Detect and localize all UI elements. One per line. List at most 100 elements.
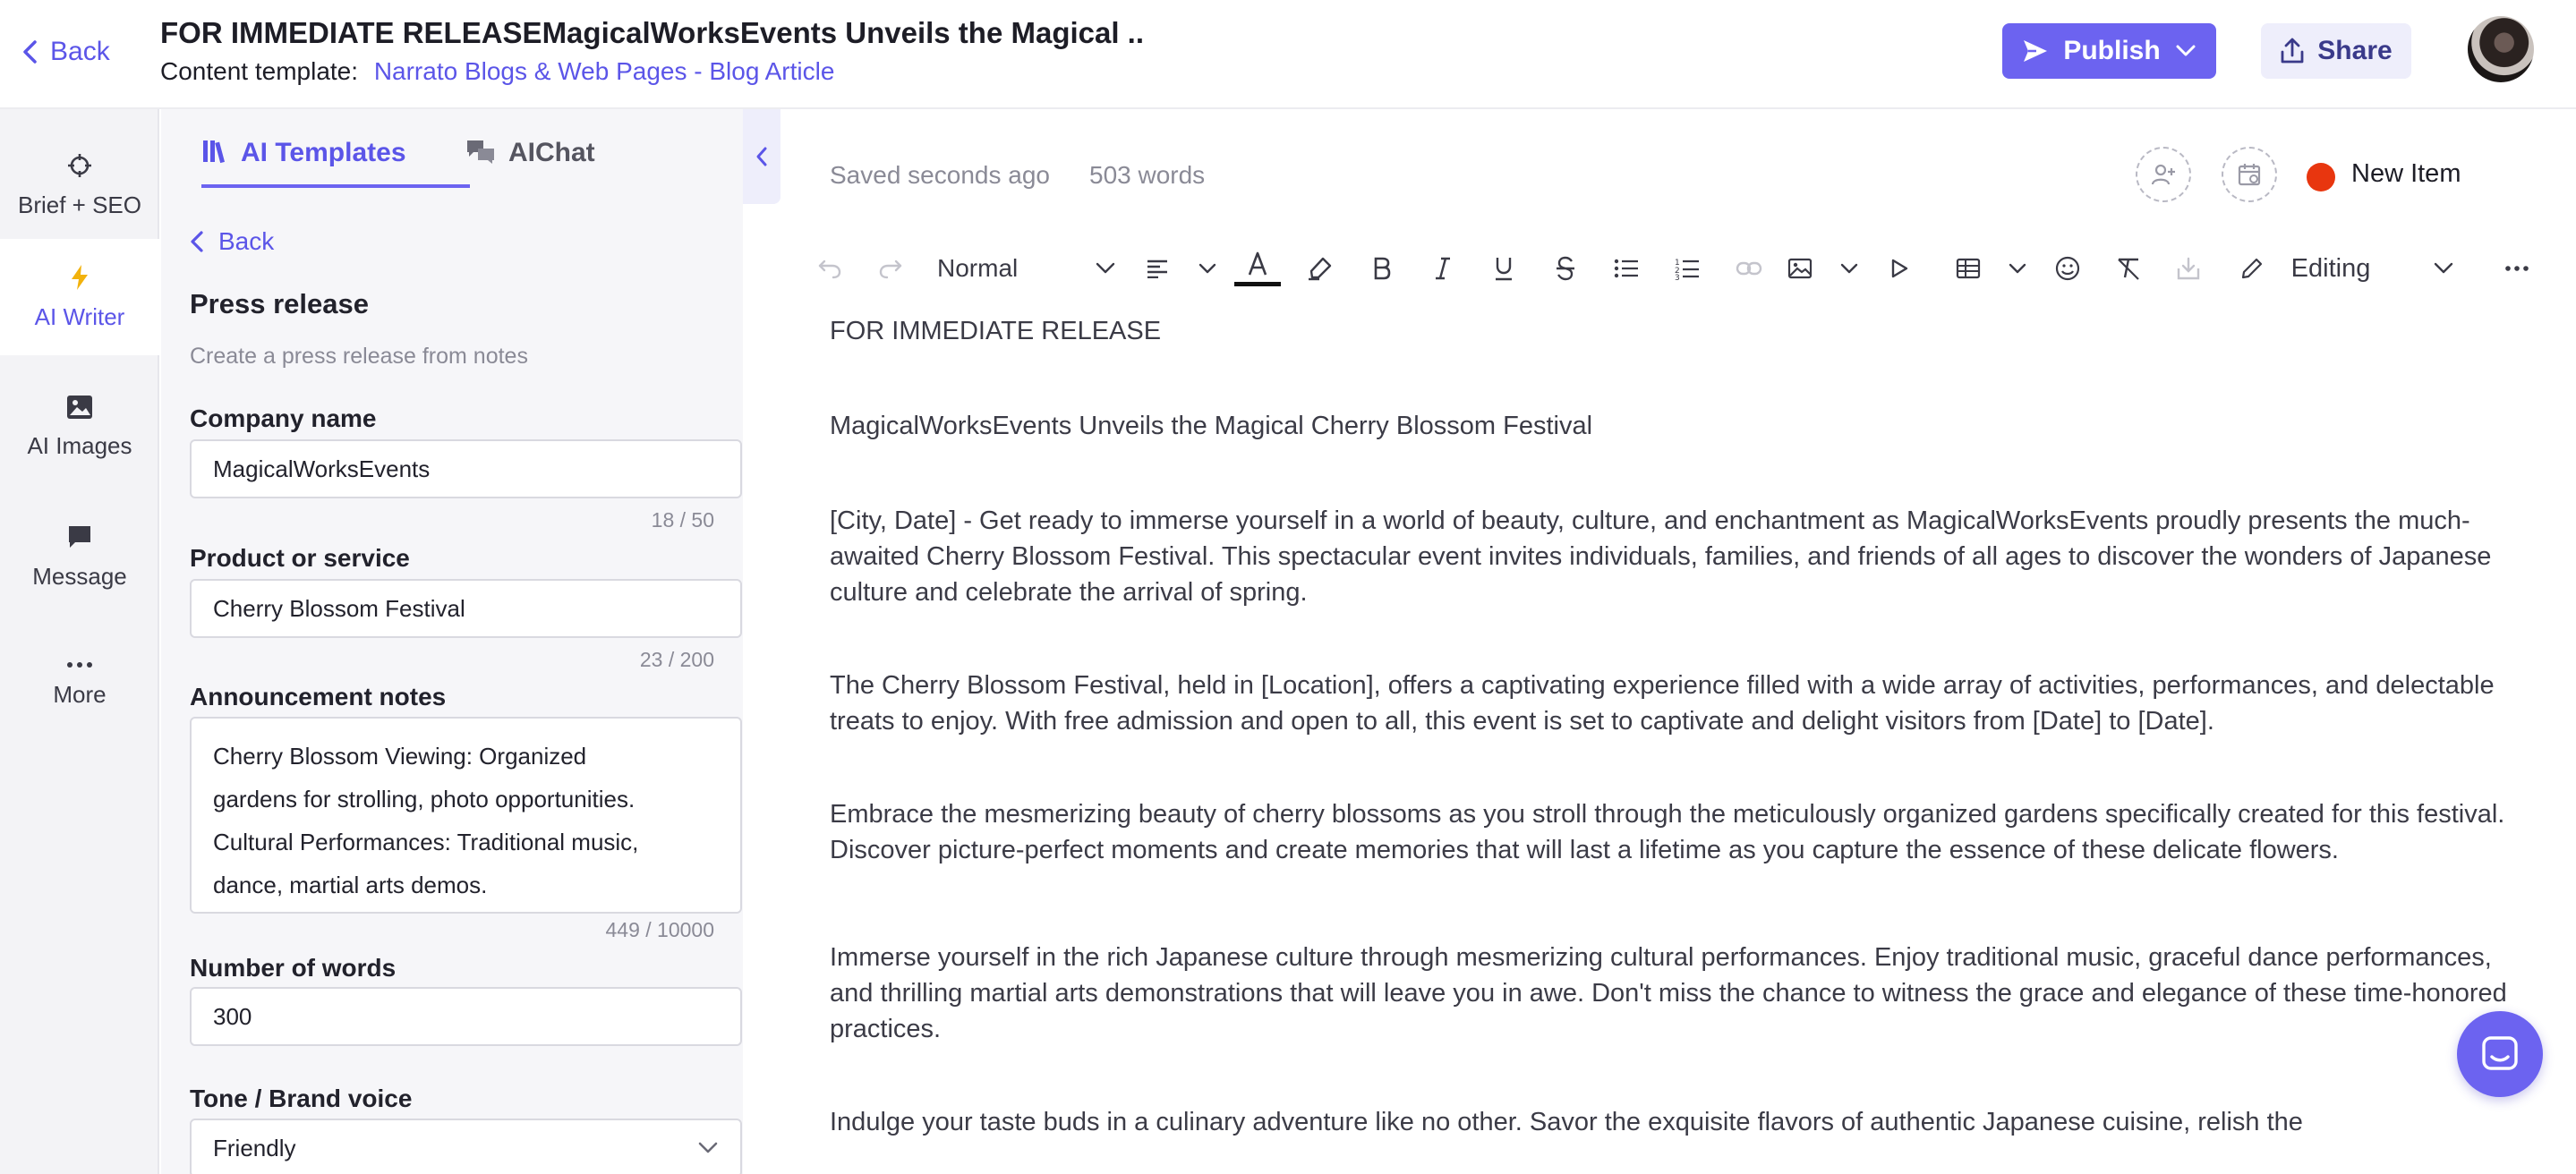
strikethrough-icon xyxy=(1555,256,1576,281)
chevron-left-icon xyxy=(190,230,204,253)
template-subtitle: Create a press release from notes xyxy=(190,344,528,369)
publish-button[interactable]: Publish xyxy=(2002,23,2216,79)
rail-label: AI Writer xyxy=(34,302,125,330)
notes-line: gardens for strolling, photo opportuniti… xyxy=(213,786,635,812)
insert-block-button[interactable] xyxy=(2166,243,2211,294)
tab-ai-templates[interactable]: AI Templates xyxy=(201,138,470,188)
tab-aichat[interactable]: AIChat xyxy=(465,138,595,188)
numbered-list-icon: 123 xyxy=(1675,257,1700,280)
chat-bubble-icon xyxy=(66,523,93,550)
numbered-list-button[interactable]: 123 xyxy=(1665,243,1710,294)
company-name-count: 18 / 50 xyxy=(651,508,714,532)
document-content[interactable]: FOR IMMEDIATE RELEASE MagicalWorksEvents… xyxy=(830,313,2512,1174)
product-count: 23 / 200 xyxy=(639,648,714,671)
strikethrough-button[interactable] xyxy=(1543,243,1588,294)
editing-mode-select[interactable]: Editing xyxy=(2239,243,2454,294)
rail-item-ai-writer[interactable]: AI Writer xyxy=(0,239,159,355)
product-label: Product or service xyxy=(190,544,410,572)
panel-back-label: Back xyxy=(218,227,275,255)
announcement-notes-textarea[interactable]: Cherry Blossom Viewing: Organized garden… xyxy=(190,717,742,914)
redo-button[interactable] xyxy=(868,243,913,294)
calendar-icon xyxy=(2237,162,2262,187)
chat-bubbles-icon xyxy=(465,138,496,165)
library-icon xyxy=(201,138,228,165)
editing-mode-value: Editing xyxy=(2290,253,2371,283)
rail-item-ai-images[interactable]: AI Images xyxy=(0,369,159,485)
highlight-button[interactable] xyxy=(1298,243,1343,294)
company-name-input[interactable]: MagicalWorksEvents xyxy=(190,439,742,498)
rail-item-message[interactable]: Message xyxy=(0,498,159,615)
more-options-button[interactable] xyxy=(2495,243,2539,294)
saved-status: Saved seconds ago xyxy=(830,161,1050,189)
chevron-down-icon xyxy=(697,1141,719,1155)
paragraph: MagicalWorksEvents Unveils the Magical C… xyxy=(830,412,1593,440)
send-icon xyxy=(2022,38,2049,64)
word-count: 503 words xyxy=(1089,161,1206,189)
emoji-button[interactable] xyxy=(2045,243,2090,294)
clear-format-button[interactable] xyxy=(2106,243,2151,294)
announcement-notes-count: 449 / 10000 xyxy=(605,918,714,941)
ai-writer-panel: AI Templates AIChat Back Press release C… xyxy=(161,109,743,1174)
number-of-words-label: Number of words xyxy=(190,954,397,982)
content-template-line: Content template: Narrato Blogs & Web Pa… xyxy=(160,57,834,86)
play-icon xyxy=(1889,258,1909,279)
editor-area: Saved seconds ago 503 words New Item Nor… xyxy=(780,109,2576,1174)
redo-icon xyxy=(878,258,903,279)
bold-button[interactable] xyxy=(1360,243,1404,294)
panel-tabs: AI Templates AIChat xyxy=(161,109,743,195)
clear-format-icon xyxy=(2115,256,2142,281)
chat-icon xyxy=(2480,1034,2520,1074)
collapse-panel-button[interactable] xyxy=(743,109,780,204)
notes-line: Cultural Performances: Traditional music… xyxy=(213,829,639,855)
user-avatar[interactable] xyxy=(2468,16,2534,82)
item-status[interactable]: New Item xyxy=(2351,159,2461,189)
bold-icon xyxy=(1372,257,1392,280)
insert-table-select[interactable] xyxy=(1956,243,2027,294)
rail-label: Message xyxy=(32,562,127,590)
template-prefix: Content template: xyxy=(160,57,359,85)
product-input[interactable]: Cherry Blossom Festival xyxy=(190,579,742,638)
back-label: Back xyxy=(50,37,110,66)
tone-label: Tone / Brand voice xyxy=(190,1085,413,1112)
top-header: Back FOR IMMEDIATE RELEASEMagicalWorksEv… xyxy=(0,0,2576,109)
rail-label: AI Images xyxy=(27,431,132,459)
underline-button[interactable] xyxy=(1481,243,1526,294)
share-button[interactable]: Share xyxy=(2261,23,2411,79)
chevron-down-icon xyxy=(1095,261,1116,276)
paragraph-style-select[interactable]: Normal xyxy=(937,243,1116,294)
text-color-button[interactable] xyxy=(1233,243,1283,294)
support-chat-button[interactable] xyxy=(2457,1011,2543,1097)
chevron-down-icon[interactable] xyxy=(2175,44,2196,58)
pencil-icon xyxy=(2239,256,2265,281)
italic-button[interactable] xyxy=(1420,243,1465,294)
rail-item-more[interactable]: More xyxy=(0,626,159,743)
template-title: Press release xyxy=(190,288,369,319)
insert-image-select[interactable] xyxy=(1787,243,1859,294)
undo-button[interactable] xyxy=(807,243,852,294)
smiley-icon xyxy=(2055,256,2080,281)
paragraph: Embrace the mesmerizing beauty of cherry… xyxy=(830,800,2505,864)
back-button[interactable]: Back xyxy=(21,32,110,72)
tone-select[interactable]: Friendly xyxy=(190,1119,742,1174)
insert-media-button[interactable] xyxy=(1877,243,1922,294)
left-rail: Brief + SEO AI Writer AI Images Message … xyxy=(0,109,159,1174)
font-color-icon xyxy=(1233,248,1282,289)
bullet-list-icon xyxy=(1614,258,1639,279)
link-button[interactable] xyxy=(1727,243,1771,294)
panel-back-button[interactable]: Back xyxy=(190,227,274,256)
due-date-button[interactable] xyxy=(2222,147,2277,202)
chevron-down-icon xyxy=(2008,262,2027,275)
number-of-words-input[interactable]: 300 xyxy=(190,987,742,1046)
rail-item-brief-seo[interactable]: Brief + SEO xyxy=(0,127,159,243)
dots-icon xyxy=(66,661,93,668)
template-link[interactable]: Narrato Blogs & Web Pages - Blog Article xyxy=(374,57,835,85)
italic-icon xyxy=(1434,257,1452,280)
assign-user-button[interactable] xyxy=(2136,147,2191,202)
chevron-down-icon xyxy=(1198,262,1217,275)
status-dot[interactable] xyxy=(2307,163,2335,191)
notes-line: Cherry Blossom Viewing: Organized xyxy=(213,743,587,770)
chevron-left-icon xyxy=(755,145,769,168)
align-select[interactable] xyxy=(1146,243,1217,294)
bullet-list-button[interactable] xyxy=(1604,243,1649,294)
image-icon xyxy=(66,395,93,420)
